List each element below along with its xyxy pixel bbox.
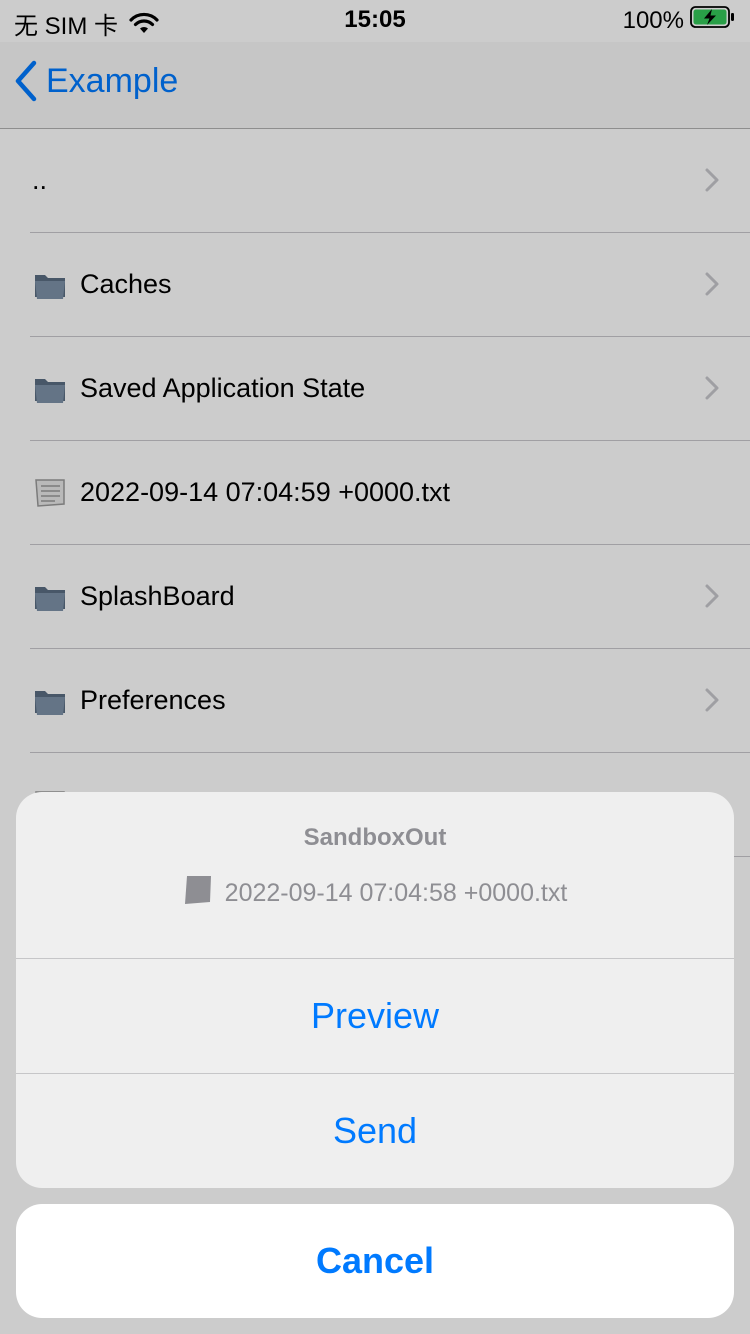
action-sheet-header: SandboxOut 2022-09-14 07:04:58 +0000.txt xyxy=(16,792,734,959)
send-button[interactable]: Send xyxy=(16,1074,734,1188)
action-sheet-file-name: 2022-09-14 07:04:58 +0000.txt xyxy=(224,879,568,907)
action-sheet-title: SandboxOut xyxy=(303,824,447,851)
action-sheet: SandboxOut 2022-09-14 07:04:58 +0000.txt… xyxy=(16,792,734,1188)
preview-button[interactable]: Preview xyxy=(16,959,734,1074)
action-sheet-message: 2022-09-14 07:04:58 +0000.txt xyxy=(16,874,734,913)
cancel-button[interactable]: Cancel xyxy=(16,1204,734,1318)
document-icon xyxy=(183,874,213,913)
